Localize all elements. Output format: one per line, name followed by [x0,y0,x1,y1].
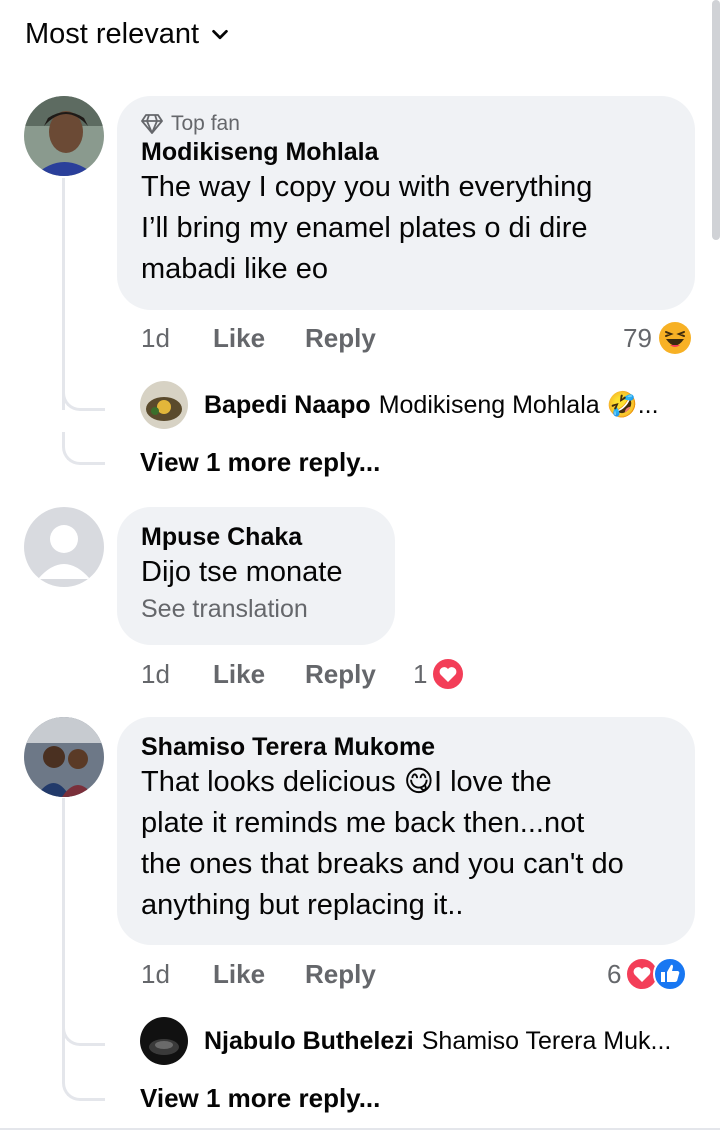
divider [0,1128,720,1130]
reactions-summary[interactable]: 6 [607,957,688,991]
sort-dropdown[interactable]: Most relevant [25,18,231,51]
avatar[interactable] [24,96,104,176]
reply-text: Shamiso Terera Muk... [421,1026,672,1055]
reply-button[interactable]: Reply [305,659,376,690]
avatar[interactable] [24,507,104,587]
view-more-replies-link[interactable]: View 1 more reply... [140,447,380,478]
comment-bubble[interactable]: Shamiso Terera Mukome That looks delicio… [117,717,695,945]
comment-author[interactable]: Shamiso Terera Mukome [141,733,671,762]
thread-connector [62,1013,105,1046]
avatar[interactable] [140,1017,188,1065]
comment-text-line: anything but replacing it.. [141,889,464,921]
thread-connector [62,432,105,465]
top-fan-badge: Top fan [141,112,671,136]
reply-author[interactable]: Bapedi Naapo [204,391,371,420]
reply-preview[interactable]: Njabulo Buthelezi Shamiso Terera Muk... [140,1017,671,1065]
comment-text-line: Dijo tse monate [141,556,343,588]
reaction-count: 6 [607,958,622,989]
comment-actions: 1d Like Reply [141,323,416,354]
comment-text-line: the ones that breaks and you can't do [141,848,624,880]
comment-text-line: I’ll bring my enamel plates o di dire [141,212,588,244]
comment-bubble[interactable]: Mpuse Chaka Dijo tse monate See translat… [117,507,395,645]
comment-author[interactable]: Modikiseng Mohlala [141,138,671,167]
comment-actions: 1d Like Reply [141,659,416,690]
chevron-down-icon [212,29,228,39]
reply-preview[interactable]: Bapedi Naapo Modikiseng Mohlala 🤣... [140,381,659,429]
like-button[interactable]: Like [213,323,265,354]
comment-actions: 1d Like Reply [141,959,416,990]
haha-icon [658,322,691,354]
like-button[interactable]: Like [213,959,265,990]
badge-label: Top fan [171,112,240,135]
reaction-count: 79 [623,322,652,353]
thread-connector [62,1068,105,1101]
reactions-summary[interactable]: 1 [413,657,466,691]
comment-bubble[interactable]: Top fan Modikiseng Mohlala The way I cop… [117,96,695,310]
reply-text: Modikiseng Mohlala 🤣... [378,390,659,419]
sort-label: Most relevant [25,18,200,50]
reply-button[interactable]: Reply [305,959,376,990]
comment-text-line: That looks delicious 😋I love the [141,766,552,798]
timestamp: 1d [141,323,170,353]
avatar[interactable] [140,381,188,429]
love-icon [431,657,466,691]
scrollbar[interactable] [712,0,720,240]
like-icon [653,957,688,991]
comment-author[interactable]: Mpuse Chaka [141,523,371,552]
timestamp: 1d [141,959,170,989]
see-translation-link[interactable]: See translation [141,595,371,624]
avatar[interactable] [24,717,104,797]
thread-line [62,178,65,410]
view-more-replies-link[interactable]: View 1 more reply... [140,1083,380,1114]
comment-text-line: mabadi like eo [141,253,328,285]
timestamp: 1d [141,659,170,689]
comment-text-line: plate it reminds me back then...not [141,807,585,839]
reply-button[interactable]: Reply [305,323,376,354]
reactions-summary[interactable]: 79 [623,321,692,355]
like-button[interactable]: Like [213,659,265,690]
thread-connector [62,378,105,411]
diamond-icon [141,114,163,134]
comment-text-line: The way I copy you with everything [141,171,593,203]
reply-author[interactable]: Njabulo Buthelezi [204,1027,414,1056]
reaction-count: 1 [413,658,428,689]
